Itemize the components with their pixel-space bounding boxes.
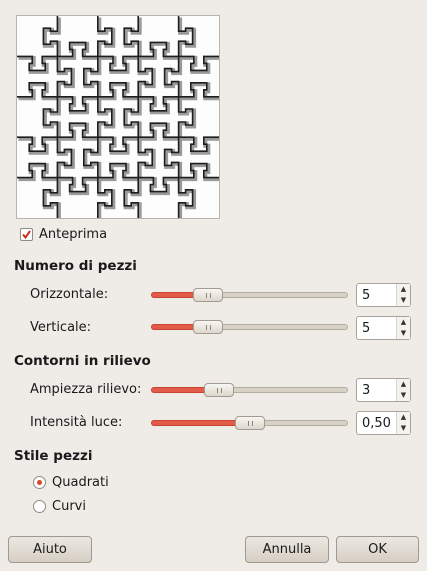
highlight-slider[interactable] <box>151 415 348 431</box>
arrow-up-icon[interactable]: ▲ <box>397 317 410 328</box>
vertical-slider[interactable] <box>151 319 348 335</box>
bevel-width-slider[interactable] <box>151 382 348 398</box>
highlight-spinbox[interactable]: 0,50 ▲ ▼ <box>356 411 411 435</box>
arrow-up-icon[interactable]: ▲ <box>397 379 410 390</box>
highlight-label: Intensità luce: <box>30 415 123 430</box>
vertical-label: Verticale: <box>30 320 92 335</box>
preview-label: Anteprima <box>39 226 108 242</box>
style-option-quadrati[interactable]: Quadrati <box>33 474 109 490</box>
arrow-up-icon[interactable]: ▲ <box>397 412 410 423</box>
help-button[interactable]: Aiuto <box>8 536 92 563</box>
style-section-title: Stile pezzi <box>14 448 93 464</box>
highlight-value[interactable]: 0,50 <box>362 416 391 431</box>
vertical-value[interactable]: 5 <box>362 321 370 336</box>
arrow-down-icon[interactable]: ▼ <box>397 423 410 434</box>
pieces-section-title: Numero di pezzi <box>14 258 137 274</box>
check-icon <box>22 229 31 239</box>
style-option-label: Quadrati <box>52 474 109 490</box>
arrow-down-icon[interactable]: ▼ <box>397 328 410 339</box>
radio-button[interactable] <box>33 499 46 513</box>
style-option-curvi[interactable]: Curvi <box>33 498 86 514</box>
horizontal-value[interactable]: 5 <box>362 288 370 303</box>
slider-handle[interactable] <box>193 320 223 334</box>
style-option-label: Curvi <box>52 498 86 514</box>
jigsaw-preview-image <box>17 16 219 218</box>
horizontal-slider[interactable] <box>151 287 348 303</box>
slider-handle[interactable] <box>235 416 265 430</box>
horizontal-label: Orizzontale: <box>30 287 109 302</box>
vertical-spinbox[interactable]: 5 ▲ ▼ <box>356 316 411 340</box>
preview-toggle[interactable]: Anteprima <box>20 225 107 243</box>
ok-button[interactable]: OK <box>336 536 419 563</box>
slider-handle[interactable] <box>204 383 234 397</box>
arrow-up-icon[interactable]: ▲ <box>397 284 410 295</box>
bevel-width-label: Ampiezza rilievo: <box>30 382 142 397</box>
preview-area <box>16 15 220 219</box>
jigsaw-shadow <box>18 17 219 218</box>
bevel-section-title: Contorni in rilievo <box>14 353 151 369</box>
arrow-down-icon[interactable]: ▼ <box>397 295 410 306</box>
cancel-button[interactable]: Annulla <box>245 536 329 563</box>
bevel-width-spinbox[interactable]: 3 ▲ ▼ <box>356 378 411 402</box>
radio-button[interactable] <box>33 475 46 489</box>
preview-checkbox[interactable] <box>20 227 33 241</box>
horizontal-spinbox[interactable]: 5 ▲ ▼ <box>356 283 411 307</box>
slider-handle[interactable] <box>193 288 223 302</box>
bevel-width-value[interactable]: 3 <box>362 383 370 398</box>
arrow-down-icon[interactable]: ▼ <box>397 390 410 401</box>
